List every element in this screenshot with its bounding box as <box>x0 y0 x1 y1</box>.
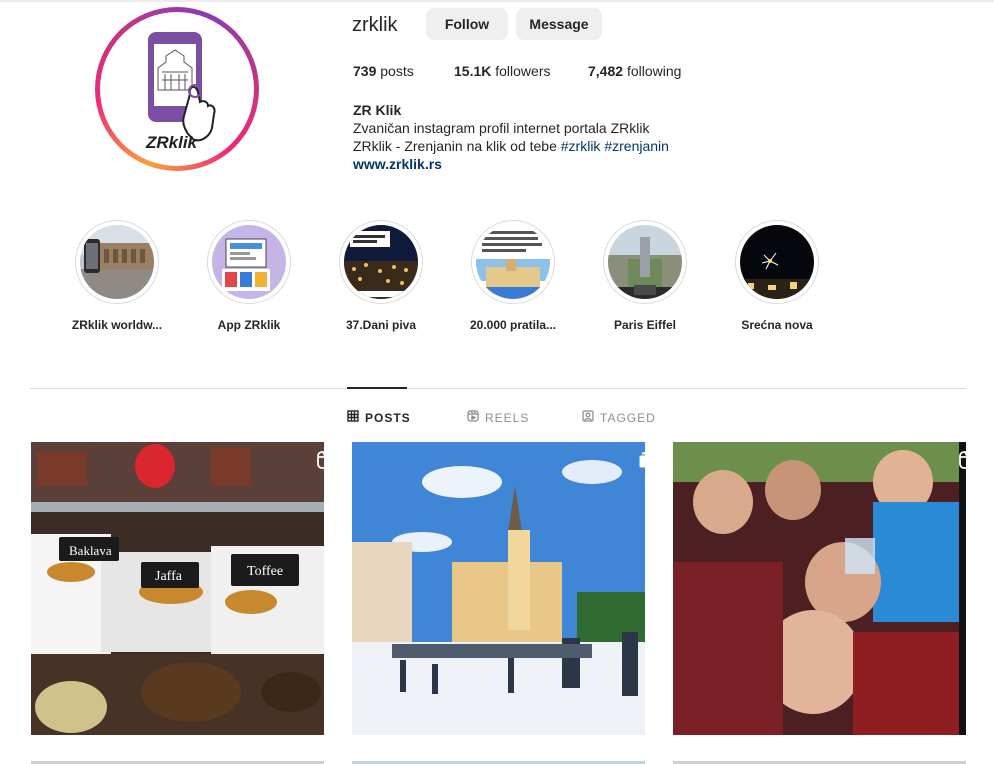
highlight-thumbnail <box>608 225 682 299</box>
grid-icon <box>347 410 359 425</box>
tab-reels[interactable]: REELS <box>467 410 529 425</box>
highlight-ring <box>339 220 423 304</box>
highlight-label: 20.000 pratila... <box>469 318 557 332</box>
highlight-label: ZRklik worldw... <box>71 318 163 332</box>
highlight-ring <box>471 220 555 304</box>
active-tab-indicator <box>347 387 407 389</box>
followers-count: 15.1K <box>454 63 492 79</box>
highlight-label: App ZRklik <box>217 318 281 332</box>
bio-line-2: ZRklik - Zrenjanin na klik od tebe #zrkl… <box>353 137 669 155</box>
follow-button[interactable]: Follow <box>426 8 508 40</box>
following-stat[interactable]: 7,482 following <box>588 63 681 79</box>
pastry-sign-baklava: Baklava <box>69 543 112 558</box>
highlight-label: Paris Eiffel <box>613 318 677 332</box>
top-divider <box>0 0 994 2</box>
message-button[interactable]: Message <box>516 8 602 40</box>
post-thumbnail[interactable] <box>352 442 645 735</box>
bio-line-2-text: ZRklik - Zrenjanin na klik od tebe <box>353 138 557 154</box>
following-label: following <box>626 63 682 79</box>
bio-name: ZR Klik <box>353 102 402 118</box>
highlight-ring <box>603 220 687 304</box>
following-count: 7,482 <box>588 63 624 79</box>
tab-tagged-label: TAGGED <box>600 410 656 425</box>
profile-bio: ZR Klik Zvaničan instagram profil intern… <box>353 101 669 173</box>
tabs-divider <box>30 388 966 389</box>
followers-label: followers <box>495 63 551 79</box>
highlight-label: 37.Dani piva <box>345 318 417 332</box>
followers-stat[interactable]: 15.1K followers <box>454 63 551 79</box>
reels-icon <box>467 410 479 425</box>
pastry-sign-toffee: Toffee <box>247 564 283 579</box>
hashtag-zrklik[interactable]: #zrklik <box>561 138 601 154</box>
highlight-thumbnail <box>740 225 814 299</box>
highlight-thumbnail <box>212 225 286 299</box>
tab-tagged[interactable]: TAGGED <box>582 410 656 425</box>
highlight-label: Srećna nova <box>741 318 813 332</box>
highlight-ring <box>207 220 291 304</box>
hashtag-zrenjanin[interactable]: #zrenjanin <box>604 138 669 154</box>
highlight-ring <box>75 220 159 304</box>
post-thumbnail[interactable] <box>673 442 966 735</box>
posts-stat: 739 posts <box>353 63 414 79</box>
tab-posts[interactable]: POSTS <box>347 410 411 425</box>
avatar-logo: ZRklik <box>100 12 254 166</box>
posts-label: posts <box>380 63 414 79</box>
posts-count: 739 <box>353 63 377 79</box>
highlight-thumbnail <box>476 225 550 299</box>
highlight-thumbnail <box>80 225 154 299</box>
tagged-icon <box>582 410 594 425</box>
highlight-thumbnail <box>344 225 418 299</box>
bio-line-1: Zvaničan instagram profil internet porta… <box>353 120 650 136</box>
tab-reels-label: REELS <box>485 410 530 425</box>
tab-posts-label: POSTS <box>365 410 411 425</box>
profile-username: zrklik <box>352 14 398 36</box>
highlight-ring <box>735 220 819 304</box>
website-link[interactable]: www.zrklik.rs <box>353 155 669 173</box>
pastry-sign-jaffa: Jaffa <box>155 569 183 584</box>
post-thumbnail[interactable]: Baklava Jaffa Toffee <box>31 442 324 735</box>
profile-avatar[interactable]: ZRklik <box>95 7 259 171</box>
avatar-logo-text: ZRklik <box>145 133 199 152</box>
